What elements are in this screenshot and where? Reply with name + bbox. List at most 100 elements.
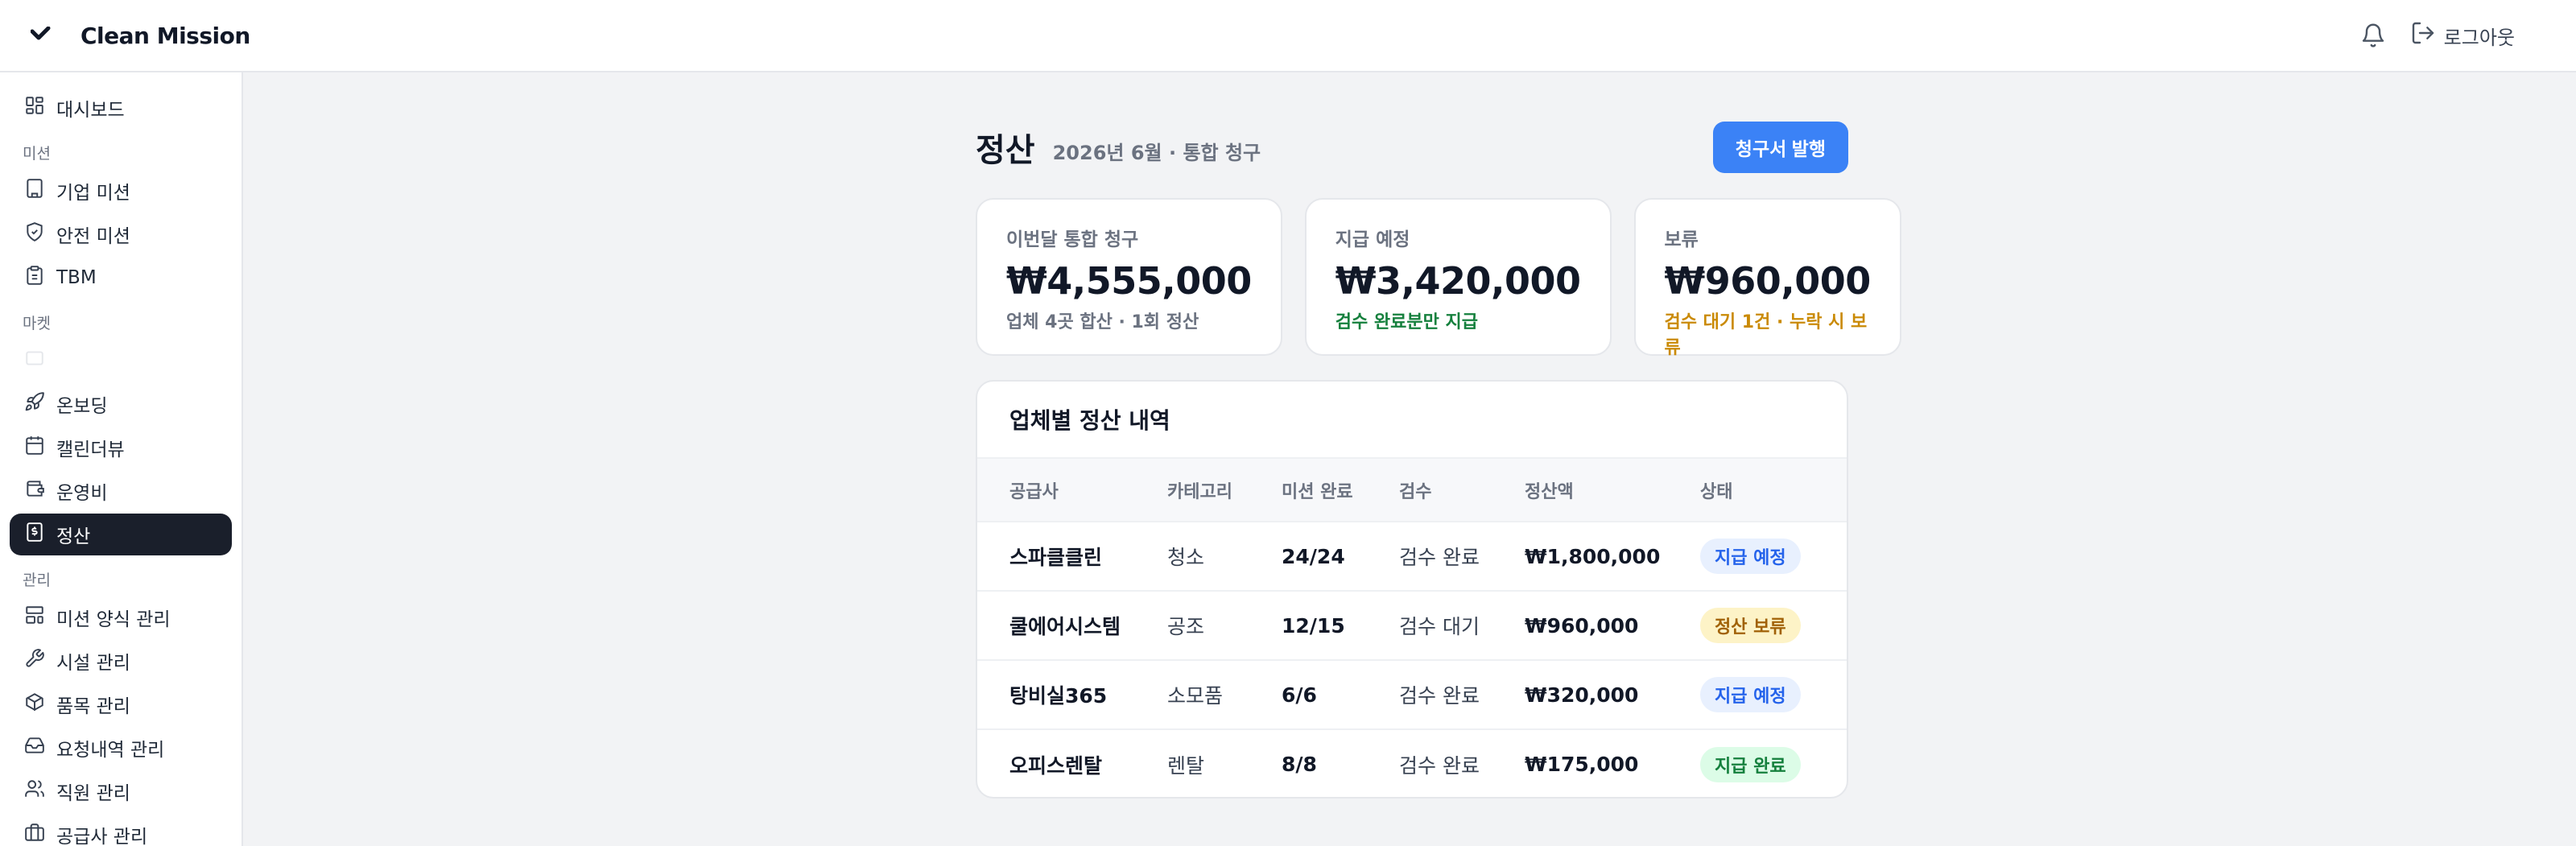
card-label: 보류	[1664, 229, 1699, 250]
sidebar-item-label: 품목 관리	[56, 696, 130, 717]
inbox-icon	[24, 735, 45, 761]
table-row[interactable]: 탕비실365 소모품 6/6 검수 완료 ₩320,000 지급 예정	[977, 660, 1847, 729]
category-cell: 청소	[1167, 546, 1205, 569]
table-header-row: 공급사 카테고리 미션 완료 검수 정산액 상태	[977, 459, 1847, 522]
top-bar: Clean Mission 로그아웃	[0, 0, 2576, 72]
amount-cell: ₩960,000	[1525, 613, 1639, 638]
sidebar-item-label: 캘린더뷰	[56, 440, 125, 460]
panel-title: 업체별 정산 내역	[977, 382, 1847, 459]
rocket-icon	[24, 391, 45, 417]
card-note: 업체 4곳 합산 · 1회 정산	[1006, 312, 1199, 332]
sidebar-item-onboarding[interactable]: 온보딩	[10, 383, 232, 425]
sidebar-item-corporate-mission[interactable]: 기업 미션	[10, 170, 232, 212]
sidebar-item-label: 미션 양식 관리	[56, 609, 171, 630]
page-title: 정산	[976, 132, 1035, 169]
page-header: 정산 2026년 6월 · 통합 청구 청구서 발행	[976, 119, 1848, 175]
card-note: 검수 완료분만 지급	[1335, 312, 1478, 332]
column-header-category: 카테고리	[1167, 481, 1232, 502]
status-cell: 지급 예정	[1700, 660, 1847, 729]
card-value: ₩960,000	[1664, 259, 1872, 303]
summary-cards: 이번달 통합 청구 ₩4,555,000 업체 4곳 합산 · 1회 정산 지급…	[976, 198, 1901, 358]
column-header-status: 상태	[1700, 481, 1733, 502]
inspection-cell: 검수 완료	[1399, 546, 1480, 569]
main-area: 정산 2026년 6월 · 통합 청구 청구서 발행 이번달 통합 청구 ₩4,…	[245, 74, 2576, 846]
sidebar-item-label: 공급사 관리	[56, 827, 148, 846]
box-icon	[24, 691, 45, 717]
sidebar-item-tbm[interactable]: TBM	[10, 257, 232, 299]
sidebar-item-dashboard[interactable]: 대시보드	[10, 87, 232, 129]
settlement-table-panel: 업체별 정산 내역 공급사 카테고리 미션 완료 검수 정산액 상태 스파클클린…	[976, 380, 1848, 799]
sidebar-item-suppliers[interactable]: 공급사 관리	[10, 814, 232, 846]
status-badge: 지급 예정	[1700, 677, 1801, 712]
sidebar-item-label: 요청내역 관리	[56, 740, 165, 761]
sidebar-item-operating-cost[interactable]: 운영비	[10, 470, 232, 512]
faded-icon	[24, 348, 45, 373]
users-icon	[24, 778, 45, 804]
table-row[interactable]: 스파클클린 청소 24/24 검수 완료 ₩1,800,000 지급 예정	[977, 522, 1847, 591]
card-note: 검수 대기 1건 · 누락 시 보류	[1664, 312, 1868, 358]
completed-cell: 24/24	[1282, 544, 1345, 568]
summary-card-scheduled: 지급 예정 ₩3,420,000 검수 완료분만 지급	[1304, 198, 1612, 356]
sidebar: 대시보드 미션 기업 미션 안전 미션 TBM 마켓 온보딩 캘린더뷰 운영비 …	[0, 72, 243, 846]
status-badge: 지급 완료	[1700, 746, 1801, 782]
vendor-cell: 쿨에어시스템	[1009, 615, 1121, 638]
card-value: ₩3,420,000	[1335, 259, 1581, 303]
logout-icon	[2410, 20, 2436, 51]
summary-card-total: 이번달 통합 청구 ₩4,555,000 업체 4곳 합산 · 1회 정산	[976, 198, 1282, 356]
page-subtitle: 2026년 6월 · 통합 청구	[1052, 141, 1261, 164]
bell-icon[interactable]	[2359, 21, 2388, 50]
sidebar-item-hidden[interactable]	[10, 340, 232, 382]
sidebar-item-safety-mission[interactable]: 안전 미션	[10, 213, 232, 255]
issue-invoice-button[interactable]: 청구서 발행	[1712, 122, 1848, 173]
sidebar-item-calendar[interactable]: 캘린더뷰	[10, 427, 232, 468]
sidebar-section-market: 마켓	[23, 315, 51, 332]
logo-icon[interactable]	[29, 23, 53, 47]
sidebar-section-manage: 관리	[23, 572, 51, 589]
status-badge: 지급 예정	[1700, 539, 1801, 574]
briefcase-icon	[24, 822, 45, 846]
completed-cell: 8/8	[1282, 753, 1317, 776]
column-header-inspection: 검수	[1399, 481, 1432, 502]
amount-cell: ₩1,800,000	[1525, 544, 1661, 568]
wallet-icon	[24, 478, 45, 504]
status-cell: 지급 완료	[1700, 729, 1847, 797]
inspection-cell: 검수 대기	[1399, 615, 1480, 638]
building-icon	[24, 178, 45, 204]
completed-cell: 12/15	[1282, 613, 1345, 638]
top-actions: 로그아웃	[2359, 20, 2515, 51]
summary-card-on-hold: 보류 ₩960,000 검수 대기 1건 · 누락 시 보류	[1633, 198, 1901, 358]
status-cell: 정산 보류	[1700, 591, 1847, 660]
sidebar-item-requests[interactable]: 요청내역 관리	[10, 727, 232, 769]
inspection-cell: 검수 완료	[1399, 753, 1480, 778]
settlement-table: 공급사 카테고리 미션 완료 검수 정산액 상태 스파클클린 청소 24/24 검수 …	[977, 459, 1847, 797]
sidebar-section-mission: 미션	[23, 145, 51, 163]
logout-label: 로그아웃	[2443, 26, 2515, 49]
logout-button[interactable]: 로그아웃	[2410, 20, 2515, 51]
receipt-icon	[24, 522, 45, 547]
inspection-cell: 검수 완료	[1399, 684, 1480, 708]
status-cell: 지급 예정	[1700, 522, 1847, 591]
card-label: 지급 예정	[1335, 229, 1410, 250]
table-row[interactable]: 오피스렌탈 렌탈 8/8 검수 완료 ₩175,000 지급 완료	[977, 729, 1847, 797]
column-header-amount: 정산액	[1525, 481, 1574, 502]
card-value: ₩4,555,000	[1006, 259, 1252, 303]
sidebar-item-label: 온보딩	[56, 396, 108, 417]
sidebar-item-facility[interactable]: 시설 관리	[10, 640, 232, 682]
wrench-icon	[24, 648, 45, 674]
brand-name[interactable]: Clean Mission	[80, 23, 250, 49]
category-cell: 렌탈	[1167, 753, 1205, 778]
sidebar-item-mission-template[interactable]: 미션 양식 관리	[10, 596, 232, 638]
category-cell: 소모품	[1167, 684, 1224, 708]
vendor-cell: 스파클클린	[1009, 546, 1103, 569]
sidebar-item-label: 안전 미션	[56, 226, 130, 247]
layout-icon	[24, 605, 45, 630]
sidebar-item-staff[interactable]: 직원 관리	[10, 770, 232, 812]
table-row[interactable]: 쿨에어시스템 공조 12/15 검수 대기 ₩960,000 정산 보류	[977, 591, 1847, 660]
vendor-cell: 탕비실365	[1009, 684, 1108, 708]
clipboard-icon	[24, 265, 45, 291]
shield-icon	[24, 221, 45, 247]
column-header-vendor: 공급사	[1009, 481, 1059, 502]
sidebar-item-label: 기업 미션	[56, 183, 130, 204]
sidebar-item-settlement[interactable]: 정산	[10, 514, 232, 555]
sidebar-item-products[interactable]: 품목 관리	[10, 683, 232, 725]
